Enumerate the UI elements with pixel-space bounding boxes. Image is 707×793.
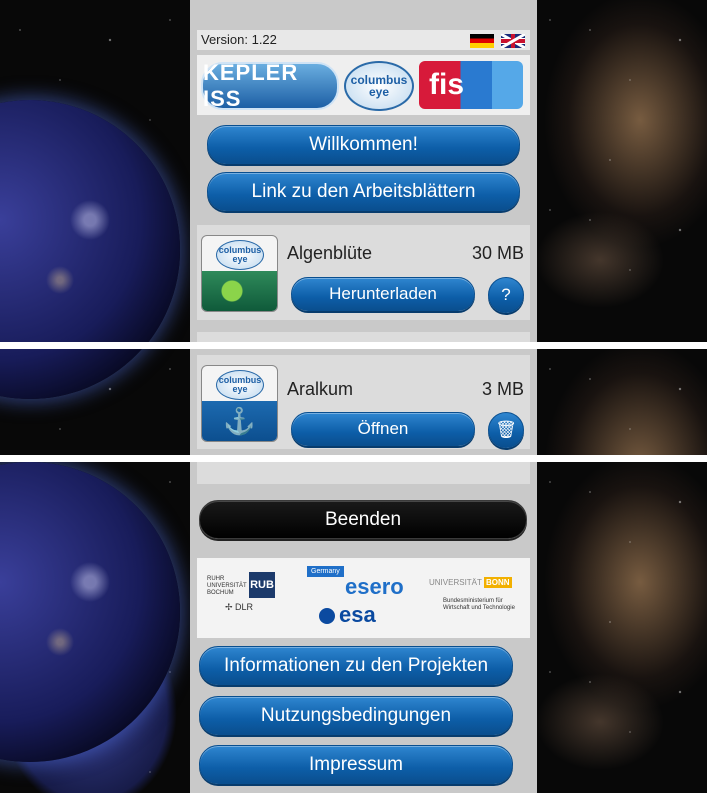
list-item <box>197 332 530 342</box>
version-label: Version: 1.22 <box>201 32 277 47</box>
bmwi-logo: Bundesministerium für Wirtschaft und Tec… <box>443 598 515 611</box>
anchor-icon: ⚓ <box>202 401 277 441</box>
columbus-eye-logo: columbus eye <box>216 370 264 400</box>
item-title: Aralkum <box>287 379 354 399</box>
item-thumbnail: columbus eye ⚓ <box>201 365 278 442</box>
download-button[interactable]: Herunterladen <box>291 277 475 311</box>
sponsor-logos: RUHR UNIVERSITÄT BOCHUM RUB Germany eser… <box>197 558 530 638</box>
screen-middle: columbus eye ⚓ Aralkum 3 MB Öffnen 🗑 <box>0 349 707 455</box>
flag-uk-icon[interactable] <box>501 34 525 48</box>
esa-logo: esa <box>319 602 376 628</box>
fis-logo: fis <box>419 61 523 109</box>
rub-logo: RUB <box>249 572 275 598</box>
imprint-button[interactable]: Impressum <box>199 745 513 784</box>
screen-bottom: Beenden RUHR UNIVERSITÄT BOCHUM RUB Germ… <box>0 462 707 793</box>
rub-text: RUHR UNIVERSITÄT BOCHUM <box>207 576 247 596</box>
welcome-button[interactable]: Willkommen! <box>207 125 520 164</box>
item-title: Algenblüte <box>287 243 373 263</box>
terms-button[interactable]: Nutzungsbedingungen <box>199 696 513 735</box>
top-bar: Version: 1.22 <box>197 30 530 50</box>
open-button[interactable]: Öffnen <box>291 412 475 446</box>
item-thumbnail: columbus eye <box>201 235 278 312</box>
algae-image <box>202 271 277 311</box>
quit-button[interactable]: Beenden <box>199 500 527 539</box>
item-size: 30 MB <box>471 243 524 263</box>
esero-logo: Germany esero <box>307 564 411 600</box>
project-logos: KEPLER ISS columbus eye fis <box>197 55 530 115</box>
list-item: columbus eye ⚓ Aralkum 3 MB Öffnen 🗑 <box>197 355 530 449</box>
trash-icon[interactable]: 🗑 <box>488 412 524 448</box>
project-info-button[interactable]: Informationen zu den Projekten <box>199 646 513 685</box>
kepler-iss-logo: KEPLER ISS <box>201 60 339 111</box>
item-size: 3 MB <box>481 379 524 399</box>
columbus-eye-logo: columbus eye <box>216 240 264 270</box>
help-icon[interactable]: ? <box>488 277 524 313</box>
worksheets-link-button[interactable]: Link zu den Arbeitsblättern <box>207 172 520 211</box>
columbus-eye-logo: columbus eye <box>344 61 414 111</box>
uni-bonn-logo: UNIVERSITÄT BONN <box>429 577 512 588</box>
dlr-logo: ✢ DLR <box>225 602 254 612</box>
screen-top: Version: 1.22 KEPLER ISS columbus eye fi… <box>0 0 707 342</box>
flag-de-icon[interactable] <box>470 34 494 48</box>
list-item: columbus eye Algenblüte 30 MB Herunterla… <box>197 225 530 320</box>
